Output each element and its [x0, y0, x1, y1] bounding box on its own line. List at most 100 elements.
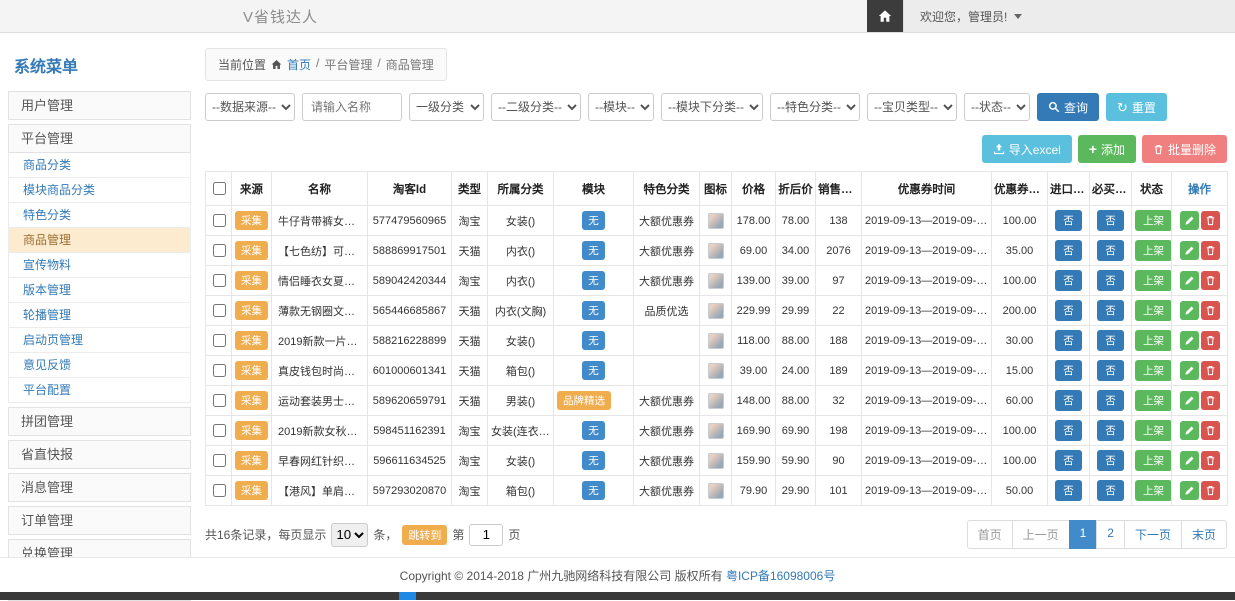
edit-button[interactable] — [1180, 331, 1199, 350]
delete-button[interactable] — [1201, 451, 1220, 470]
page-button-2[interactable]: 1 — [1069, 520, 1098, 549]
row-checkbox[interactable] — [213, 214, 226, 227]
sidebar-item-1[interactable]: 平台管理 — [8, 124, 191, 153]
delete-button[interactable] — [1201, 361, 1220, 380]
row-checkbox[interactable] — [213, 304, 226, 317]
sidebar-item-3[interactable]: 模块商品分类 — [8, 178, 191, 203]
must-buy-toggle[interactable]: 否 — [1097, 480, 1124, 501]
delete-button[interactable] — [1201, 481, 1220, 500]
filter-select-5[interactable]: --宝贝类型-- — [867, 93, 957, 121]
filter-select-2[interactable]: --模块-- — [588, 93, 654, 121]
filter-select-6[interactable]: --状态-- — [964, 93, 1030, 121]
filter-select-4[interactable]: --特色分类-- — [770, 93, 860, 121]
sidebar-item-14[interactable]: 消息管理 — [8, 473, 191, 502]
select-all-checkbox[interactable] — [213, 182, 226, 195]
delete-button[interactable] — [1201, 211, 1220, 230]
add-button[interactable]: + 添加 — [1078, 135, 1136, 163]
import-select-toggle[interactable]: 否 — [1055, 330, 1082, 351]
edit-button[interactable] — [1180, 211, 1199, 230]
row-checkbox[interactable] — [213, 424, 226, 437]
row-checkbox[interactable] — [213, 274, 226, 287]
home-button[interactable] — [867, 0, 903, 32]
page-button-5[interactable]: 末页 — [1181, 520, 1227, 549]
must-buy-toggle[interactable]: 否 — [1097, 360, 1124, 381]
status-button[interactable]: 上架 — [1135, 420, 1172, 441]
sidebar-item-15[interactable]: 订单管理 — [8, 506, 191, 535]
import-select-toggle[interactable]: 否 — [1055, 420, 1082, 441]
filter-select-source[interactable]: --数据来源-- — [205, 93, 295, 121]
import-select-toggle[interactable]: 否 — [1055, 390, 1082, 411]
edit-button[interactable] — [1180, 481, 1199, 500]
delete-button[interactable] — [1201, 271, 1220, 290]
delete-button[interactable] — [1201, 421, 1220, 440]
page-button-1[interactable]: 上一页 — [1012, 520, 1070, 549]
import-excel-button[interactable]: 导入excel — [982, 135, 1072, 163]
import-select-toggle[interactable]: 否 — [1055, 450, 1082, 471]
must-buy-toggle[interactable]: 否 — [1097, 390, 1124, 411]
must-buy-toggle[interactable]: 否 — [1097, 420, 1124, 441]
sidebar-item-10[interactable]: 意见反馈 — [8, 353, 191, 378]
edit-button[interactable] — [1180, 391, 1199, 410]
filter-select-3[interactable]: --模块下分类-- — [661, 93, 763, 121]
status-button[interactable]: 上架 — [1135, 270, 1172, 291]
status-button[interactable]: 上架 — [1135, 450, 1172, 471]
icp-link[interactable]: 粤ICP备16098006号 — [726, 569, 835, 583]
reset-button[interactable]: ↻ 重置 — [1106, 93, 1167, 121]
sidebar-item-8[interactable]: 轮播管理 — [8, 303, 191, 328]
must-buy-toggle[interactable]: 否 — [1097, 210, 1124, 231]
edit-button[interactable] — [1180, 241, 1199, 260]
sidebar-item-9[interactable]: 启动页管理 — [8, 328, 191, 353]
import-select-toggle[interactable]: 否 — [1055, 210, 1082, 231]
edit-button[interactable] — [1180, 301, 1199, 320]
per-page-select[interactable]: 10 — [331, 523, 368, 547]
status-button[interactable]: 上架 — [1135, 300, 1172, 321]
breadcrumb-home-link[interactable]: 首页 — [287, 56, 311, 73]
row-checkbox[interactable] — [213, 454, 226, 467]
batch-delete-button[interactable]: 批量删除 — [1142, 135, 1227, 163]
sidebar-item-13[interactable]: 省直快报 — [8, 440, 191, 469]
must-buy-toggle[interactable]: 否 — [1097, 240, 1124, 261]
search-button[interactable]: 查询 — [1037, 93, 1099, 121]
jump-button[interactable]: 跳转到 — [402, 525, 447, 545]
delete-button[interactable] — [1201, 301, 1220, 320]
import-select-toggle[interactable]: 否 — [1055, 300, 1082, 321]
row-checkbox[interactable] — [213, 244, 226, 257]
sidebar-item-6[interactable]: 宣传物料 — [8, 253, 191, 278]
row-checkbox[interactable] — [213, 364, 226, 377]
status-button[interactable]: 上架 — [1135, 480, 1172, 501]
status-button[interactable]: 上架 — [1135, 210, 1172, 231]
import-select-toggle[interactable]: 否 — [1055, 480, 1082, 501]
status-button[interactable]: 上架 — [1135, 390, 1172, 411]
must-buy-toggle[interactable]: 否 — [1097, 300, 1124, 321]
filter-select-1[interactable]: --二级分类-- — [491, 93, 581, 121]
edit-button[interactable] — [1180, 361, 1199, 380]
delete-button[interactable] — [1201, 241, 1220, 260]
sidebar-item-12[interactable]: 拼团管理 — [8, 407, 191, 436]
delete-button[interactable] — [1201, 391, 1220, 410]
import-select-toggle[interactable]: 否 — [1055, 360, 1082, 381]
must-buy-toggle[interactable]: 否 — [1097, 270, 1124, 291]
status-button[interactable]: 上架 — [1135, 360, 1172, 381]
delete-button[interactable] — [1201, 331, 1220, 350]
status-button[interactable]: 上架 — [1135, 240, 1172, 261]
sidebar-item-5[interactable]: 商品管理 — [8, 228, 191, 253]
row-checkbox[interactable] — [213, 334, 226, 347]
user-menu[interactable]: 欢迎您，管理员! — [903, 0, 1235, 32]
page-button-3[interactable]: 2 — [1096, 520, 1125, 549]
page-button-0[interactable]: 首页 — [967, 520, 1013, 549]
must-buy-toggle[interactable]: 否 — [1097, 450, 1124, 471]
name-search-input[interactable] — [302, 93, 402, 121]
edit-button[interactable] — [1180, 451, 1199, 470]
goto-page-input[interactable] — [469, 524, 503, 546]
import-select-toggle[interactable]: 否 — [1055, 240, 1082, 261]
sidebar-item-7[interactable]: 版本管理 — [8, 278, 191, 303]
page-button-4[interactable]: 下一页 — [1124, 520, 1182, 549]
edit-button[interactable] — [1180, 421, 1199, 440]
sidebar-item-0[interactable]: 用户管理 — [8, 91, 191, 120]
must-buy-toggle[interactable]: 否 — [1097, 330, 1124, 351]
row-checkbox[interactable] — [213, 484, 226, 497]
edit-button[interactable] — [1180, 271, 1199, 290]
row-checkbox[interactable] — [213, 394, 226, 407]
status-button[interactable]: 上架 — [1135, 330, 1172, 351]
sidebar-item-2[interactable]: 商品分类 — [8, 153, 191, 178]
